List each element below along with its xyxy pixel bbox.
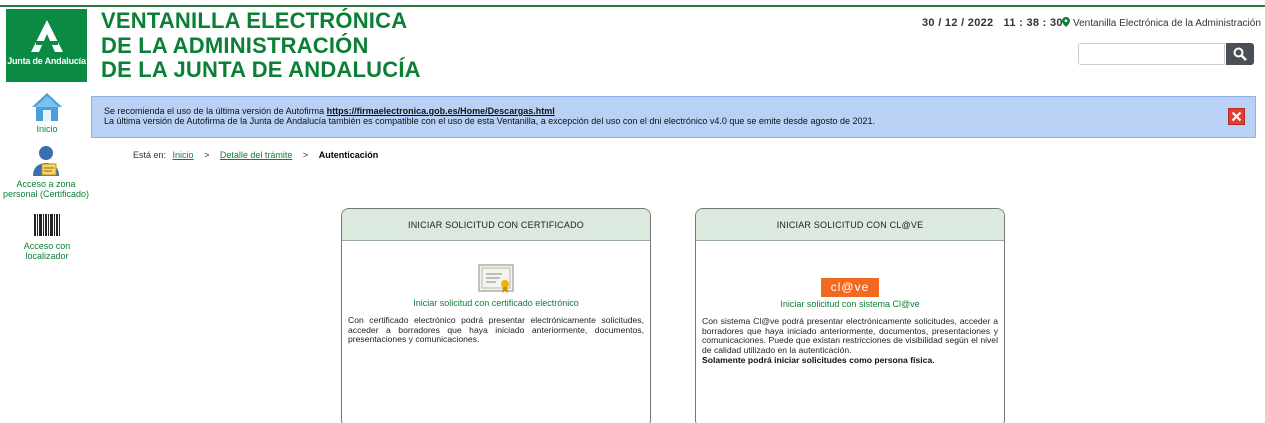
breadcrumb-separator: >	[302, 150, 309, 160]
search-button[interactable]	[1226, 43, 1254, 65]
search-icon	[1233, 47, 1247, 61]
sidebar-item-zona-personal[interactable]: Acceso a zona personal (Certificado)	[0, 145, 92, 199]
autofirma-alert: Se recomienda el uso de la última versió…	[91, 96, 1256, 138]
sidebar-item-label: Acceso a zona personal (Certificado)	[2, 179, 90, 199]
logo-text: Junta de Andalucía	[7, 56, 86, 66]
clave-start-link[interactable]: Iniciar solicitud con sistema Cl@ve	[702, 299, 998, 309]
card-certificado: INICIAR SOLICITUD CON CERTIFICADO Inicia…	[341, 208, 651, 423]
top-divider	[0, 5, 1265, 7]
datetime: 30 / 12 / 2022 11 : 38 : 30	[922, 17, 1063, 29]
alert-line-1: Se recomienda el uso de la última versió…	[104, 106, 1243, 116]
certificate-icon[interactable]	[478, 264, 514, 294]
title-line-1: VENTANILLA ELECTRÓNICA	[101, 8, 408, 33]
junta-logo[interactable]: Junta de Andalucía	[6, 9, 87, 82]
sidebar-item-label: Acceso con localizador	[23, 241, 71, 261]
card-clave: INICIAR SOLICITUD CON CL@VE cl@ve Inicia…	[695, 208, 1005, 423]
home-icon	[32, 93, 62, 121]
sidebar-item-localizador[interactable]: Acceso con localizador	[20, 213, 74, 261]
certificado-start-link[interactable]: Iniciar solicitud con certificado electr…	[348, 298, 644, 308]
user-certificate-icon	[33, 146, 59, 176]
barcode-icon	[34, 214, 60, 236]
card-clave-note: Solamente podrá iniciar solicitudes como…	[702, 355, 935, 365]
portal-link[interactable]: Ventanilla Electrónica de la Administrac…	[1062, 17, 1261, 29]
close-icon	[1231, 111, 1242, 122]
breadcrumb-detalle-tramite[interactable]: Detalle del trámite	[220, 150, 293, 160]
breadcrumb-inicio[interactable]: Inicio	[173, 150, 194, 160]
autofirma-download-link[interactable]: https://firmaelectronica.gob.es/Home/Des…	[327, 106, 555, 116]
breadcrumb-separator: >	[204, 150, 210, 160]
search-input[interactable]	[1078, 43, 1225, 65]
junta-a-logo-icon	[30, 20, 63, 52]
card-clave-header: INICIAR SOLICITUD CON CL@VE	[696, 209, 1004, 241]
title-line-3: DE LA JUNTA DE ANDALUCÍA	[101, 57, 421, 82]
card-certificado-description: Con certificado electrónico podrá presen…	[348, 315, 644, 344]
alert-line-1-text: Se recomienda el uso de la última versió…	[104, 106, 325, 116]
card-certificado-header: INICIAR SOLICITUD CON CERTIFICADO	[342, 209, 650, 241]
alert-close-button[interactable]	[1228, 108, 1245, 125]
clave-logo[interactable]: cl@ve	[821, 278, 879, 297]
portal-link-label: Ventanilla Electrónica de la Administrac…	[1073, 18, 1261, 29]
page-title: VENTANILLA ELECTRÓNICA DE LA ADMINISTRAC…	[101, 8, 421, 83]
breadcrumb: Está en: Inicio > Detalle del trámite > …	[133, 150, 378, 160]
sidebar-item-label: Inicio	[36, 124, 58, 134]
title-line-2: DE LA ADMINISTRACIÓN	[101, 32, 369, 58]
alert-line-2: La última versión de Autofirma de la Jun…	[104, 116, 875, 126]
breadcrumb-current: Autenticación	[318, 150, 379, 160]
sidebar-item-inicio[interactable]: Inicio	[28, 92, 66, 134]
location-pin-icon	[1062, 17, 1070, 27]
card-clave-description: Con sistema Cl@ve podrá presentar electr…	[702, 316, 998, 355]
breadcrumb-prefix: Está en:	[133, 150, 167, 160]
